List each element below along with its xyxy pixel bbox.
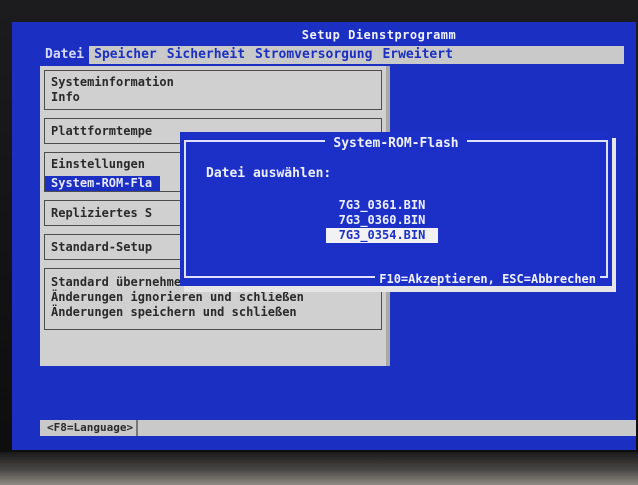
file-list: 7G3_0361.BIN 7G3_0360.BIN 7G3_0354.BIN — [326, 198, 438, 243]
file-option-selected[interactable]: 7G3_0354.BIN — [326, 228, 438, 243]
menu-item-systeminformation[interactable]: Systeminformation — [45, 75, 381, 90]
file-option[interactable]: 7G3_0360.BIN — [326, 213, 438, 228]
menu-sicherheit[interactable]: Sicherheit — [162, 46, 250, 64]
key-hint: F10=Akzeptieren, ESC=Abbrechen — [375, 272, 600, 286]
dialog-title: System-ROM-Flash — [186, 132, 606, 151]
menu-erweitert[interactable]: Erweitert — [377, 46, 457, 64]
file-option[interactable]: 7G3_0361.BIN — [326, 198, 438, 213]
dialog-title-text: System-ROM-Flash — [325, 136, 467, 151]
menu-item-info[interactable]: Info — [45, 90, 381, 105]
menu-item-ignore-changes-exit[interactable]: Änderungen ignorieren und schließen — [45, 290, 381, 305]
rom-flash-dialog: System-ROM-Flash Datei auswählen: 7G3_03… — [180, 132, 612, 286]
bios-screen: Setup Dienstprogramm Datei Speicher Sich… — [12, 22, 636, 450]
language-key-hint[interactable]: <F8=Language> — [44, 420, 139, 436]
monitor-stand-area — [0, 452, 638, 485]
menu-group-system: Systeminformation Info — [44, 70, 382, 110]
menu-item-system-rom-flash[interactable]: System-ROM-Fla — [45, 176, 161, 191]
screen-title: Setup Dienstprogramm — [301, 28, 457, 42]
file-select-prompt: Datei auswählen: — [206, 166, 332, 181]
menu-datei[interactable]: Datei — [40, 46, 90, 64]
menu-stromversorgung[interactable]: Stromversorgung — [250, 46, 377, 64]
status-bar: <F8=Language> — [40, 420, 636, 436]
dialog-frame: System-ROM-Flash Datei auswählen: 7G3_03… — [184, 136, 608, 286]
menu-speicher[interactable]: Speicher — [89, 46, 162, 64]
menu-item-save-changes-exit[interactable]: Änderungen speichern und schließen — [45, 305, 381, 320]
menu-bar: Datei Speicher Sicherheit Stromversorgun… — [40, 46, 624, 64]
